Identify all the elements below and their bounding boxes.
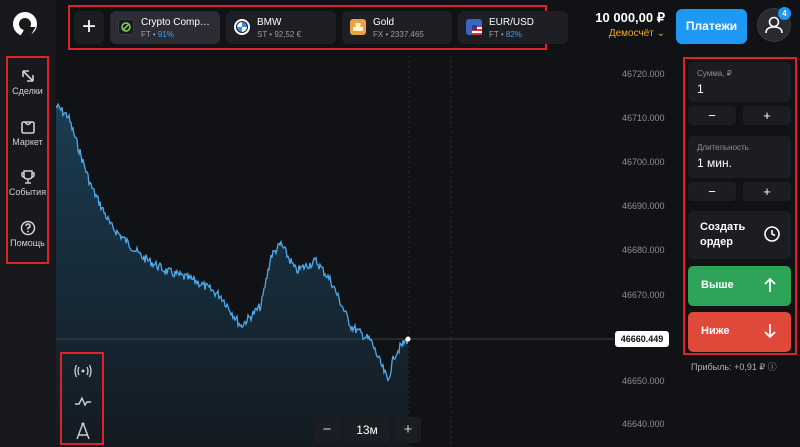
sidebar-item-label: Маркет [12, 137, 43, 147]
asset-name: BMW [257, 17, 282, 28]
sidebar-item-trades[interactable]: Сделки [8, 64, 47, 112]
asset-name: EUR/USD [489, 17, 535, 28]
trade-panel: Сумма, ₽ 1 − + Длительность 1 мин. − + С… [683, 57, 797, 355]
asset-sub: FT • 91% [141, 30, 174, 39]
sidebar-item-help[interactable]: Помощь [8, 216, 47, 264]
profit-info: Прибыль: +0,91 ₽ ⓘ [691, 362, 777, 372]
up-label: Выше [701, 279, 734, 291]
gold-icon [350, 19, 366, 35]
signal-tool-button[interactable] [72, 360, 94, 382]
asset-sub: ST • 92,52 € [257, 30, 302, 39]
zoom-out-button[interactable]: − [314, 417, 340, 443]
amount-label: Сумма, ₽ [697, 69, 732, 78]
payments-button[interactable]: Платежи [676, 9, 747, 44]
sidebar-item-label: Помощь [10, 238, 45, 248]
broadcast-icon [74, 364, 92, 378]
sidebar-item-events[interactable]: События [8, 165, 47, 213]
zoom-in-button[interactable]: + [395, 417, 421, 443]
sidebar-item-market[interactable]: Маркет [8, 115, 47, 163]
duration-value[interactable]: 1 мин. [697, 156, 732, 170]
buy-down-button[interactable]: Ниже [688, 312, 791, 352]
clock-icon [764, 226, 780, 242]
sidebar-item-label: Сделки [12, 86, 43, 96]
price-chart[interactable] [56, 56, 616, 447]
indicator-icon [75, 396, 91, 407]
arrow-down-icon [764, 324, 776, 339]
asset-sub: FX • 2337.465 [373, 30, 424, 39]
bmw-icon [234, 19, 250, 35]
asset-sub: FT • 82% [489, 30, 522, 39]
price-area [56, 104, 408, 447]
sidebar-nav: Сделки Маркет События Помощь [6, 56, 49, 264]
timeframe-value[interactable]: 13м [344, 417, 390, 443]
asset-name: Crypto Comp… [141, 17, 210, 28]
sidebar-item-label: События [8, 187, 47, 197]
y-tick: 46640.000 [622, 419, 665, 429]
asset-tab-gold[interactable]: Gold FX • 2337.465 [342, 11, 452, 44]
y-tick: 46690.000 [622, 201, 665, 211]
asset-tabs-bar: + Crypto Comp… FT • 91% BMW ST • 92,52 €… [68, 5, 568, 50]
asset-name: Gold [373, 17, 395, 28]
indicator-tool-button[interactable] [72, 390, 94, 412]
amount-field[interactable]: Сумма, ₽ 1 [688, 62, 791, 102]
chart-tools [60, 352, 104, 445]
buy-up-button[interactable]: Выше [688, 266, 791, 306]
app-root: Сделки Маркет События Помощь + Crypto Co… [0, 0, 800, 447]
current-price-dot [405, 336, 411, 342]
crypto-icon [118, 19, 134, 35]
drawing-icon [76, 422, 90, 440]
logo[interactable] [13, 12, 37, 36]
asset-tab-crypto[interactable]: Crypto Comp… FT • 91% [110, 11, 220, 44]
current-price-label: 46660.449 [615, 331, 669, 347]
y-tick: 46700.000 [622, 157, 665, 167]
y-tick: 46710.000 [622, 113, 665, 123]
amount-decrease-button[interactable]: − [688, 106, 736, 125]
amount-increase-button[interactable]: + [743, 106, 791, 125]
market-icon [20, 121, 35, 134]
y-tick: 46680.000 [622, 245, 665, 255]
create-order-label: Создать ордер [700, 221, 746, 248]
duration-field[interactable]: Длительность 1 мин. [688, 136, 791, 178]
drawing-tool-button[interactable] [72, 420, 94, 442]
notification-badge: 4 [778, 7, 791, 20]
left-sidebar: Сделки Маркет События Помощь [0, 0, 56, 447]
account-type-dropdown[interactable]: Демосчёт ⌄ [590, 28, 665, 39]
y-tick: 46720.000 [622, 69, 665, 79]
y-tick: 46670.000 [622, 290, 665, 300]
create-order-button[interactable]: Создать ордер [688, 211, 791, 259]
amount-value[interactable]: 1 [697, 82, 704, 96]
asset-tab-eurusd[interactable]: EUR/USD FT • 82% [458, 11, 568, 44]
help-icon [20, 220, 35, 236]
account-balance: 10 000,00 ₽ [595, 10, 665, 25]
y-tick: 46650.000 [622, 376, 665, 386]
down-label: Ниже [701, 325, 730, 337]
duration-increase-button[interactable]: + [743, 182, 791, 201]
add-asset-button[interactable]: + [74, 11, 104, 44]
asset-tab-bmw[interactable]: BMW ST • 92,52 € [226, 11, 336, 44]
arrow-up-icon [764, 277, 776, 292]
duration-decrease-button[interactable]: − [688, 182, 736, 201]
duration-label: Длительность [697, 143, 749, 152]
eurusd-flag-icon [466, 19, 482, 35]
trades-icon [21, 70, 34, 82]
trophy-icon [20, 170, 35, 184]
